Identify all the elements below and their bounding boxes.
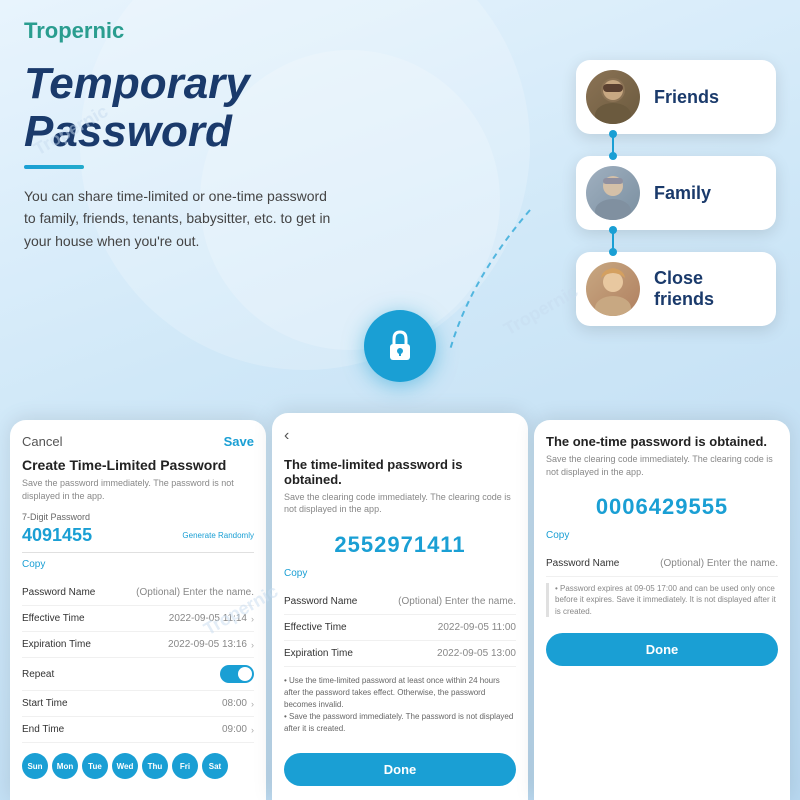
phone2-password-name-label: Password Name: [284, 596, 357, 607]
end-time-label: End Time: [22, 724, 64, 735]
phone-screen-2: ‹ The time-limited password is obtained.…: [272, 413, 528, 800]
day-wed[interactable]: Wed: [112, 753, 138, 779]
effective-time-value: 2022-09-05 11:14 ›: [169, 613, 254, 624]
connector-2: [612, 230, 614, 252]
phone3-obtained-sub: Save the clearing code immediately. The …: [546, 453, 778, 478]
phone2-done-button[interactable]: Done: [284, 753, 516, 786]
phone3-obtained-title: The one-time password is obtained.: [546, 434, 778, 449]
phone2-code: 2552971411: [284, 532, 516, 558]
person-card-close-friends: Close friends: [576, 252, 776, 326]
password-field-label: 7-Digit Password: [22, 512, 254, 522]
phone2-obtained-sub: Save the clearing code immediately. The …: [284, 491, 516, 516]
phone1-header: Cancel Save: [22, 434, 254, 449]
chevron-icon-3: ›: [251, 699, 254, 709]
copy-link-2[interactable]: Copy: [284, 568, 516, 579]
effective-time-label: Effective Time: [22, 613, 85, 624]
phone3-password-name-label: Password Name: [546, 558, 619, 569]
end-time-row[interactable]: End Time 09:00 ›: [22, 717, 254, 743]
title-underline: [24, 165, 84, 169]
phone3-note: • Password expires at 09-05 17:00 and ca…: [546, 583, 778, 617]
phone1-title: Create Time-Limited Password: [22, 457, 254, 473]
lock-circle: [364, 310, 436, 382]
phone2-effective-time-row: Effective Time 2022-09-05 11:00: [284, 615, 516, 641]
day-sat[interactable]: Sat: [202, 753, 228, 779]
password-name-label: Password Name: [22, 587, 95, 598]
phone3-done-button[interactable]: Done: [546, 633, 778, 666]
password-input-row: 4091455 Generate Randomly: [22, 525, 254, 553]
start-time-row[interactable]: Start Time 08:00 ›: [22, 691, 254, 717]
day-thu[interactable]: Thu: [142, 753, 168, 779]
password-name-row: Password Name (Optional) Enter the name.: [22, 580, 254, 606]
phone3-password-name-row: Password Name (Optional) Enter the name.: [546, 551, 778, 577]
phone3-password-name-value: (Optional) Enter the name.: [660, 558, 778, 569]
day-fri[interactable]: Fri: [172, 753, 198, 779]
phone2-expiration-time-label: Expiration Time: [284, 648, 353, 659]
chevron-icon-4: ›: [251, 725, 254, 735]
day-tue[interactable]: Tue: [82, 753, 108, 779]
back-arrow-2[interactable]: ‹: [284, 427, 516, 445]
phone2-password-name-value: (Optional) Enter the name.: [398, 596, 516, 607]
start-time-value: 08:00 ›: [222, 698, 254, 709]
chevron-icon-2: ›: [251, 640, 254, 650]
end-time-value: 09:00 ›: [222, 724, 254, 735]
days-row: Sun Mon Tue Wed Thu Fri Sat: [22, 753, 254, 779]
avatar-friends: [586, 70, 640, 124]
phone2-effective-time-label: Effective Time: [284, 622, 347, 633]
lock-icon: [382, 328, 418, 364]
expiration-time-row[interactable]: Expiration Time 2022-09-05 13:16 ›: [22, 632, 254, 658]
person-cards: Friends Family Close fri: [576, 60, 776, 326]
header: Tropernic: [24, 18, 124, 44]
person-name-friends: Friends: [654, 87, 719, 108]
repeat-row: Repeat: [22, 658, 254, 691]
phone-screen-3: The one-time password is obtained. Save …: [534, 420, 790, 800]
lock-container: [364, 310, 436, 382]
avatar-close-friends: [586, 262, 640, 316]
main-title: Temporary Password: [24, 60, 384, 157]
chevron-icon-1: ›: [251, 614, 254, 624]
password-name-value: (Optional) Enter the name.: [136, 587, 254, 598]
hero-subtitle: You can share time-limited or one-time p…: [24, 185, 334, 252]
person-card-friends: Friends: [576, 60, 776, 134]
logo: Tropernic: [24, 18, 124, 44]
cancel-button[interactable]: Cancel: [22, 434, 62, 449]
title-area: Temporary Password You can share time-li…: [24, 60, 384, 252]
toggle-thumb: [238, 667, 252, 681]
repeat-label: Repeat: [22, 669, 54, 680]
phones-row: Cancel Save Create Time-Limited Password…: [0, 413, 800, 800]
avatar-img-close-friends: [586, 262, 640, 316]
copy-link-1[interactable]: Copy: [22, 559, 254, 570]
day-sun[interactable]: Sun: [22, 753, 48, 779]
copy-link-3[interactable]: Copy: [546, 530, 778, 541]
effective-time-row[interactable]: Effective Time 2022-09-05 11:14 ›: [22, 606, 254, 632]
phone2-note: • Use the time-limited password at least…: [284, 675, 516, 735]
expiration-time-label: Expiration Time: [22, 639, 91, 650]
phone2-obtained-title: The time-limited password is obtained.: [284, 457, 516, 487]
avatar-img-friends: [586, 70, 640, 124]
phone2-expiration-time-value: 2022-09-05 13:00: [437, 648, 516, 659]
password-value: 4091455: [22, 525, 92, 546]
avatar-family: [586, 166, 640, 220]
phone2-password-name-row: Password Name (Optional) Enter the name.: [284, 589, 516, 615]
person-card-family: Family: [576, 156, 776, 230]
generate-randomly-button[interactable]: Generate Randomly: [182, 531, 254, 540]
person-name-family: Family: [654, 183, 711, 204]
save-button[interactable]: Save: [224, 434, 254, 449]
connector-1: [612, 134, 614, 156]
start-time-label: Start Time: [22, 698, 68, 709]
day-mon[interactable]: Mon: [52, 753, 78, 779]
phone3-code: 0006429555: [546, 494, 778, 520]
person-name-close-friends: Close friends: [654, 268, 756, 310]
repeat-toggle[interactable]: [220, 665, 254, 683]
phone-screen-1: Cancel Save Create Time-Limited Password…: [10, 420, 266, 800]
phone2-effective-time-value: 2022-09-05 11:00: [438, 622, 516, 633]
phone1-subtitle: Save the password immediately. The passw…: [22, 477, 254, 502]
avatar-img-family: [586, 166, 640, 220]
phone2-expiration-time-row: Expiration Time 2022-09-05 13:00: [284, 641, 516, 667]
expiration-time-value: 2022-09-05 13:16 ›: [168, 639, 254, 650]
